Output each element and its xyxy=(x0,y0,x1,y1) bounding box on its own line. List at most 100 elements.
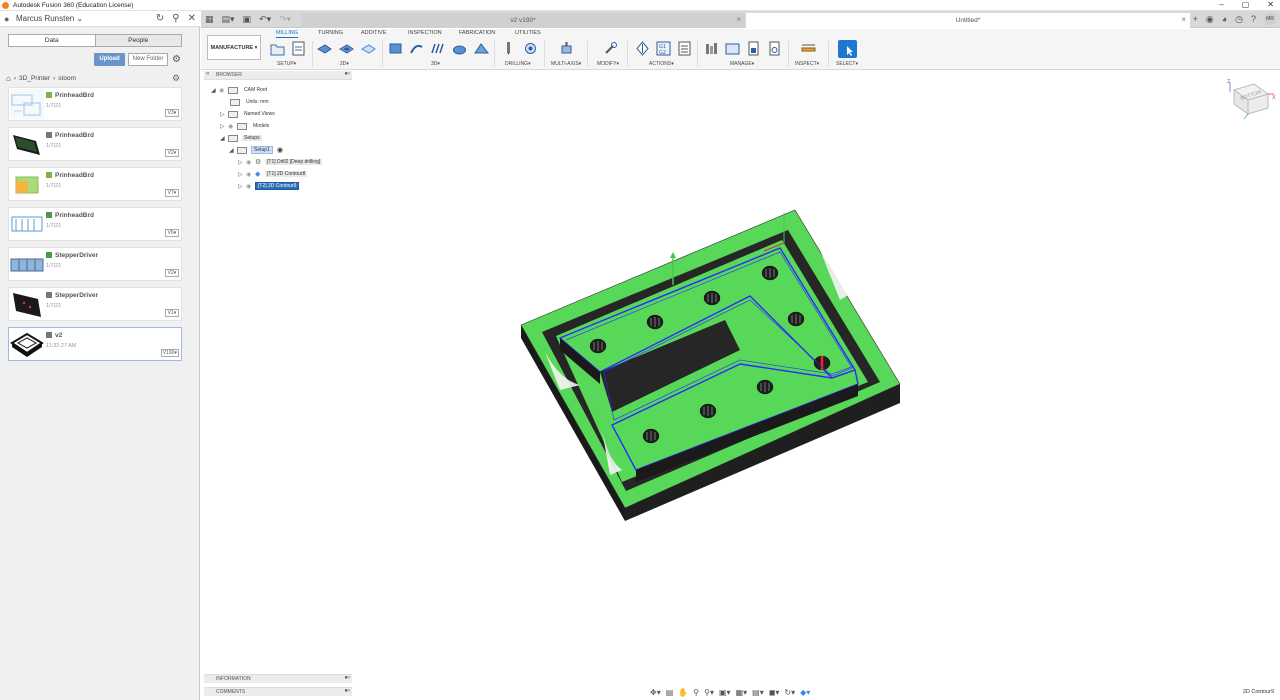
version-badge[interactable]: V2▾ xyxy=(165,149,179,157)
avatar[interactable]: MR xyxy=(1264,13,1276,25)
version-badge[interactable]: V1▾ xyxy=(165,309,179,317)
drill-icon[interactable] xyxy=(501,41,516,56)
display-settings-icon[interactable]: ▣▾ xyxy=(719,688,731,697)
tree-node-units[interactable]: Units: mm xyxy=(230,98,271,106)
expand-arrow-icon[interactable]: ▷ xyxy=(238,183,246,190)
group-setup[interactable]: SETUP▾ xyxy=(277,61,296,67)
close-panel-icon[interactable]: ✕ xyxy=(188,13,196,24)
document-tab[interactable]: v2 v190* × xyxy=(301,13,745,28)
tree-node-cam-root[interactable]: ◢ ◉ CAM Root xyxy=(211,86,269,94)
expand-arrow-icon[interactable]: ◢ xyxy=(220,135,228,142)
select-icon[interactable] xyxy=(838,40,857,58)
tab-utilities[interactable]: UTILITIES xyxy=(515,30,541,36)
job-status-icon[interactable]: ◕ xyxy=(1222,14,1227,24)
file-card[interactable]: PrinheadBrd 1/7/21 V7▾ xyxy=(8,167,182,201)
look-at-icon[interactable]: ▤ xyxy=(666,688,674,697)
3d-parallel-icon[interactable] xyxy=(430,41,445,56)
measure-icon[interactable] xyxy=(801,41,816,56)
camera-icon[interactable]: ◼▾ xyxy=(769,688,780,697)
3d-pocket-icon[interactable] xyxy=(409,41,424,56)
pin-icon[interactable]: ●› xyxy=(344,71,350,77)
gear-icon[interactable]: ⚙ xyxy=(172,54,181,65)
document-tab-active[interactable]: Untitled* × xyxy=(746,13,1190,28)
group-2d[interactable]: 2D▾ xyxy=(340,61,349,67)
help-icon[interactable]: ? xyxy=(1251,14,1256,24)
tab-fabrication[interactable]: FABRICATION xyxy=(459,30,495,36)
user-name-dropdown[interactable]: Marcus Runsten ⌄ xyxy=(16,14,83,23)
orbit-constrained-icon[interactable]: ✥▾ xyxy=(650,688,661,697)
zoom-icon[interactable]: ⚲ xyxy=(693,688,699,697)
comments-panel[interactable]: COMMENTS ●› xyxy=(204,687,352,696)
hole-recognition-icon[interactable] xyxy=(523,41,538,56)
file-card-selected[interactable]: v2 11:32:27 AM V190▾ xyxy=(8,327,182,361)
search-icon[interactable]: ⚲ xyxy=(172,13,179,24)
new-setup-icon[interactable] xyxy=(270,41,285,56)
expand-arrow-icon[interactable]: ▷ xyxy=(238,171,246,178)
post-library-icon[interactable] xyxy=(746,41,761,56)
tree-node-setup1[interactable]: ◢ Setup1 ◉ xyxy=(229,146,283,154)
breadcrumb-item[interactable]: 3D_Printer xyxy=(19,75,50,82)
pin-icon[interactable]: ●› xyxy=(344,675,350,681)
undo-icon[interactable]: ↶▾ xyxy=(259,14,271,25)
close-button[interactable]: ✕ xyxy=(1267,0,1274,11)
notifications-icon[interactable]: ◷ xyxy=(1235,14,1243,25)
2d-pocket-icon[interactable] xyxy=(339,41,354,56)
group-3d[interactable]: 3D▾ xyxy=(431,61,440,67)
3d-contour-icon[interactable] xyxy=(452,41,467,56)
file-menu-icon[interactable]: ▤▾ xyxy=(222,14,235,25)
expand-arrow-icon[interactable]: ▷ xyxy=(238,159,246,166)
simulate-icon[interactable] xyxy=(635,41,650,56)
file-card[interactable]: PrinheadBrd 1/7/21 V2▾ xyxy=(8,127,182,161)
group-actions[interactable]: ACTIONS▾ xyxy=(649,61,674,67)
template-library-icon[interactable] xyxy=(725,41,740,56)
machine-library-icon[interactable] xyxy=(767,41,782,56)
eye-icon[interactable]: ◉ xyxy=(219,87,228,94)
version-badge[interactable]: V7▾ xyxy=(165,189,179,197)
version-badge[interactable]: V6▾ xyxy=(165,229,179,237)
tree-node-operation[interactable]: ▷ ◉ ◆ [T1] 2D Contour8 xyxy=(238,170,308,178)
file-card[interactable]: StepperDriver 1/7/21 V2▾ xyxy=(8,247,182,281)
3d-scallop-icon[interactable] xyxy=(474,41,489,56)
version-badge[interactable]: V3▾ xyxy=(165,109,179,117)
minimize-button[interactable]: – xyxy=(1219,0,1223,11)
fit-icon[interactable]: ⚲▾ xyxy=(704,688,714,697)
group-modify[interactable]: MODIFY▾ xyxy=(597,61,619,67)
setup-sheet-icon[interactable] xyxy=(677,41,692,56)
grid-settings-icon[interactable]: ▦▾ xyxy=(736,688,748,697)
tree-node-named-views[interactable]: ▷ Named Views xyxy=(220,110,277,118)
tab-milling[interactable]: MILLING xyxy=(276,30,299,38)
tree-node-operation[interactable]: ▷ ◉ ⚙ [T1] Drill2 [Deep drilling] xyxy=(238,158,323,166)
tab-turning[interactable]: TURNING xyxy=(318,30,343,36)
eye-icon[interactable]: ◉ xyxy=(228,123,237,130)
multi-axis-icon[interactable] xyxy=(559,41,574,56)
close-tab-icon[interactable]: × xyxy=(736,15,741,24)
redo-icon[interactable]: ↷▾ xyxy=(279,14,291,25)
viewports-icon[interactable]: ▤▾ xyxy=(752,688,764,697)
workspace-switcher[interactable]: MANUFACTURE ▾ xyxy=(207,35,261,60)
group-inspect[interactable]: INSPECT▾ xyxy=(795,61,819,67)
new-folder-button[interactable]: New Folder xyxy=(128,53,168,66)
group-multi-axis[interactable]: MULTI-AXIS▾ xyxy=(551,61,581,67)
group-manage[interactable]: MANAGE▾ xyxy=(730,61,754,67)
cam-model-viewport[interactable] xyxy=(500,200,920,530)
grid-menu-icon[interactable]: ▦ xyxy=(205,14,214,25)
eye-icon[interactable]: ◉ xyxy=(246,159,255,166)
folder-settings-icon[interactable]: ⚙ xyxy=(172,73,180,84)
expand-arrow-icon[interactable]: ▷ xyxy=(220,123,228,130)
2d-adaptive-icon[interactable] xyxy=(317,41,332,56)
expand-arrow-icon[interactable]: ▷ xyxy=(220,111,228,118)
extensions-icon[interactable]: ◉ xyxy=(1206,14,1214,25)
tree-node-operation-selected[interactable]: ▷ ◉ [T2] 2D Contour9 xyxy=(238,182,300,190)
tab-data[interactable]: Data xyxy=(9,35,96,46)
tab-people[interactable]: People xyxy=(95,35,181,46)
tree-node-models[interactable]: ▷ ◉ Models xyxy=(220,122,271,130)
new-tab-icon[interactable]: + xyxy=(1193,14,1198,24)
expand-arrow-icon[interactable]: ◢ xyxy=(229,147,237,154)
refresh-view-icon[interactable]: ↻▾ xyxy=(784,688,795,697)
modify-icon[interactable] xyxy=(603,41,618,56)
pan-icon[interactable]: ✋ xyxy=(678,688,688,697)
version-badge[interactable]: V2▾ xyxy=(165,269,179,277)
eye-icon[interactable]: ◉ xyxy=(246,171,255,178)
2d-contour-icon[interactable] xyxy=(361,41,376,56)
maximize-button[interactable]: ▢ xyxy=(1242,0,1250,11)
